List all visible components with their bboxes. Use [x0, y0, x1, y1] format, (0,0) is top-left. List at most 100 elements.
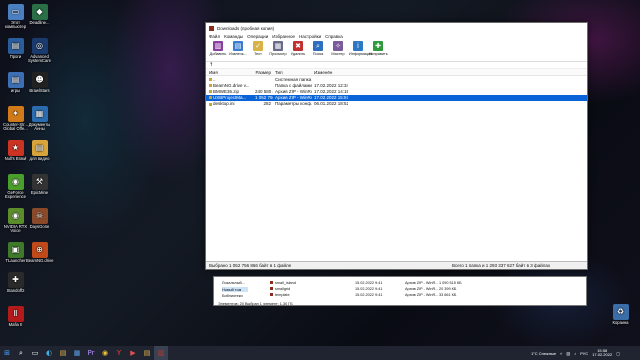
task-view-icon[interactable]: ▭ — [28, 346, 42, 360]
file-row[interactable]: smallgrid 15.02.2022 9:41 Архив ZIP - Wi… — [270, 286, 456, 291]
file-row[interactable]: small_island 15.02.2022 9:41 Архив ZIP -… — [270, 280, 462, 285]
desktop-icon-games[interactable]: ▤ игры — [2, 72, 29, 93]
weather[interactable]: 1°C Снежные — [531, 351, 556, 356]
epicmine-icon: ⚒ — [31, 174, 48, 190]
search-icon[interactable]: ⌕ — [14, 346, 28, 360]
menu-operations[interactable]: Операции — [247, 34, 268, 39]
menu-file[interactable]: Файл — [209, 34, 220, 39]
menu-favorites[interactable]: Избранное — [272, 34, 295, 39]
toolbar: ▥ Добавить ▤ Извлечь... ✓ Тест ▦ Просмотр ✖ Удали… — [206, 40, 587, 62]
column-name[interactable]: Имя — [206, 70, 255, 75]
desktop-icon-geforce[interactable]: ◉ GeForce Experience — [2, 174, 29, 200]
toolbar-button-delete[interactable]: ✖ Удалить — [289, 40, 307, 56]
desktop-icon-label: Проги — [9, 54, 22, 59]
cell-type: Параметры конф... — [275, 101, 312, 107]
toolbar-button-wizard[interactable]: ✧ Мастер — [329, 40, 347, 56]
toolbar-button-repair[interactable]: ✚ Исправить — [369, 40, 388, 56]
cell-date: 17.02.2022 12:34 — [314, 82, 348, 88]
nvidia-rtx-icon: ◉ — [7, 208, 24, 224]
media-icon[interactable]: ▶ — [126, 346, 140, 360]
cell-size: 282 — [263, 101, 271, 107]
video-icon: ▤ — [31, 140, 48, 156]
search-icon: ⌕ — [313, 41, 323, 51]
desktop-icon-counter-strike[interactable]: ✦ Counter-Str... Global Offe... — [2, 106, 29, 132]
desktop-icon-video[interactable]: ▤ для видео — [26, 140, 53, 161]
desktop-icon-standoff[interactable]: ✚ Standoff2 — [2, 272, 29, 293]
yandex-icon[interactable]: Y — [112, 346, 126, 360]
store-icon[interactable]: ▦ — [70, 346, 84, 360]
desktop-icon-docs[interactable]: ▦ Документы Анны — [26, 106, 53, 132]
desktop-icon-label: TLauncher — [5, 258, 26, 263]
desktop-icon-epicmine[interactable]: ⚒ EpicMine — [26, 174, 53, 195]
column-date[interactable]: Изменён — [312, 70, 348, 75]
network-icon[interactable]: ▥ — [566, 351, 570, 356]
folder-taskbar-icon[interactable]: ▤ — [140, 346, 154, 360]
column-type[interactable]: Тип — [273, 70, 312, 75]
cell-type: Системная папка — [275, 76, 312, 82]
toolbar-button-books[interactable]: ▥ Добавить — [209, 40, 227, 56]
desktop-icon-label: Корзина — [612, 320, 629, 325]
menu-help[interactable]: Справка — [325, 34, 343, 39]
toolbar-label: Информация — [349, 52, 373, 56]
nav-item[interactable]: Новый том — [222, 287, 248, 292]
nav-item[interactable]: Библиотеки — [222, 293, 243, 298]
edge-icon[interactable]: ◐ — [42, 346, 56, 360]
title-bar[interactable]: Downloads (пробная копия) — [206, 23, 587, 33]
menu-commands[interactable]: Команды — [224, 34, 243, 39]
winrar-window[interactable]: Downloads (пробная копия) Файл Команды О… — [205, 22, 588, 270]
start-button[interactable]: ⊞ — [0, 346, 14, 360]
desktop-icon-daysgone[interactable]: ☠ DaysGone — [26, 208, 53, 229]
computer-icon: ▭ — [7, 4, 24, 20]
desktop-icon-nvidia-rtx[interactable]: ◉ NVIDIA RTX Voice — [2, 208, 29, 234]
desktop-icon-label: BeamNG.drive — [26, 258, 54, 263]
geforce-icon: ◉ — [7, 174, 24, 190]
language[interactable]: РУС — [580, 351, 588, 356]
nav-item[interactable]: Локальный... — [222, 280, 245, 285]
up-arrow-icon[interactable]: ↑ — [209, 62, 213, 68]
toolbar-button-info[interactable]: i Информация — [349, 40, 373, 56]
desktop-icon-deadline[interactable]: ◆ Deadline... — [26, 4, 53, 25]
premiere-icon[interactable]: Pr — [84, 346, 98, 360]
toolbar-button-view[interactable]: ▦ Просмотр — [269, 40, 287, 56]
desktop-icon-label: EpicMine — [30, 190, 49, 195]
desktop-icon-beamng[interactable]: ⊕ BeamNG.drive — [26, 242, 53, 263]
desktop-icon-mafia[interactable]: Ⅱ Mafia II — [2, 306, 29, 327]
toolbar-label: Поиск — [312, 52, 324, 56]
deadline-icon: ◆ — [31, 4, 48, 20]
file-row[interactable]: desktop.ini 282 Параметры конф... 06.01.202… — [206, 101, 587, 107]
recycle-bin-icon: ♻ — [612, 304, 629, 320]
desktop-icon-computer[interactable]: ▭ Этот компьютер — [2, 4, 29, 30]
games-icon: ▤ — [7, 72, 24, 88]
toolbar-button-search[interactable]: ⌕ Поиск — [309, 40, 327, 56]
books-icon: ▥ — [213, 41, 223, 51]
column-size[interactable]: Размер — [255, 70, 273, 75]
clock[interactable]: 15:58 17.02.2022 — [592, 348, 612, 358]
volume-icon[interactable]: ♪ — [574, 351, 576, 356]
toolbar-button-folder[interactable]: ▤ Извлечь... — [229, 40, 247, 56]
chrome-icon[interactable]: ◉ — [98, 346, 112, 360]
file-icon — [209, 102, 212, 106]
status-total: Всего 1 папка и 1 293 337 627 байт в 3 ф… — [452, 263, 551, 268]
desktop-icon-trash-left[interactable]: ▤ Проги — [2, 38, 29, 59]
cell-name: desktop.ini — [206, 101, 255, 106]
desktop-icon-recycle-bin[interactable]: ♻ Корзина — [607, 304, 634, 325]
background-explorer-window[interactable]: Локальный... Новый том Библиотеки small_… — [213, 276, 587, 306]
winrar-icon — [209, 25, 214, 31]
chevron-up-icon[interactable]: ˄ — [560, 351, 562, 356]
file-row[interactable]: template 15.02.2022 9:41 Архив ZIP - Win… — [270, 292, 456, 297]
file-icon — [209, 90, 212, 94]
toolbar-button-test[interactable]: ✓ Тест — [249, 40, 267, 56]
desktop-icon-tlauncher[interactable]: ▣ TLauncher — [2, 242, 29, 263]
counter-strike-icon: ✦ — [7, 106, 24, 122]
toolbar-label: Тест — [254, 52, 262, 56]
desktop-icon-brawlstars[interactable]: ☻ BrawlStars — [26, 72, 53, 93]
notification-icon[interactable]: ▢ — [616, 351, 620, 356]
desktop-icon-advanced-systemcare[interactable]: ◎ Advanced SystemCare — [26, 38, 53, 64]
winrar-taskbar-icon[interactable]: ▥ — [154, 346, 168, 360]
file-list-header: Имя Размер Тип Изменён — [206, 69, 587, 76]
status-bar: Выбрано 1 052 756 866 байт в 1 файле Все… — [206, 261, 587, 269]
explorer-icon[interactable]: ▤ — [56, 346, 70, 360]
menu-settings[interactable]: Настройки — [299, 34, 321, 39]
desktop-icon-label: DaysGone — [29, 224, 50, 229]
desktop-icon-nulls-brawl[interactable]: ★ Null's Brawl — [2, 140, 29, 161]
